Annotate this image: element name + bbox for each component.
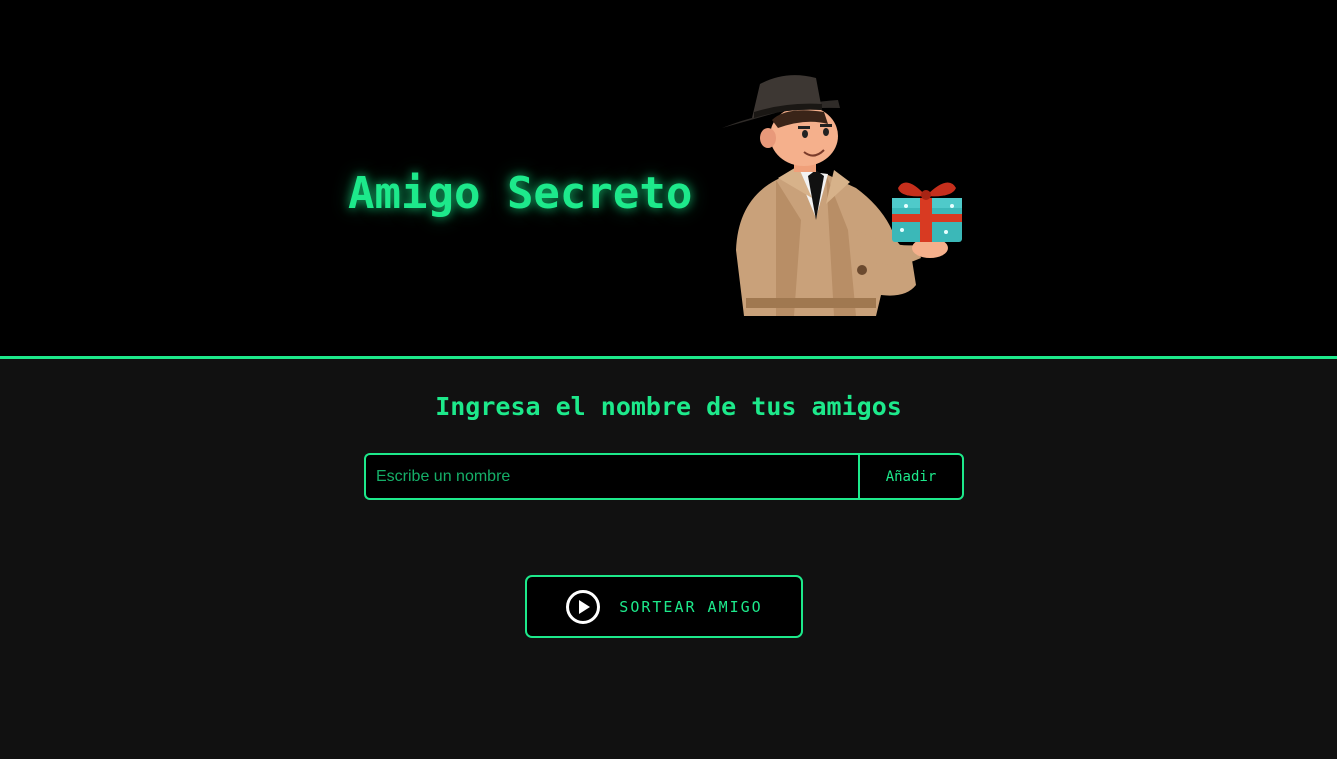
- draw-button-label: SORTEAR AMIGO: [619, 597, 763, 616]
- detective-with-gift-illustration: [722, 75, 962, 316]
- add-friend-form: Añadir: [364, 453, 964, 500]
- page-header: Amigo Secreto: [0, 0, 1337, 359]
- draw-friend-button[interactable]: SORTEAR AMIGO: [525, 575, 803, 638]
- add-button[interactable]: Añadir: [858, 453, 964, 500]
- main-content: Ingresa el nombre de tus amigos Añadir S…: [0, 359, 1337, 759]
- play-circle-icon: [566, 589, 601, 624]
- page-title: Amigo Secreto: [348, 168, 693, 219]
- section-subtitle: Ingresa el nombre de tus amigos: [435, 392, 902, 421]
- name-input[interactable]: [364, 453, 858, 500]
